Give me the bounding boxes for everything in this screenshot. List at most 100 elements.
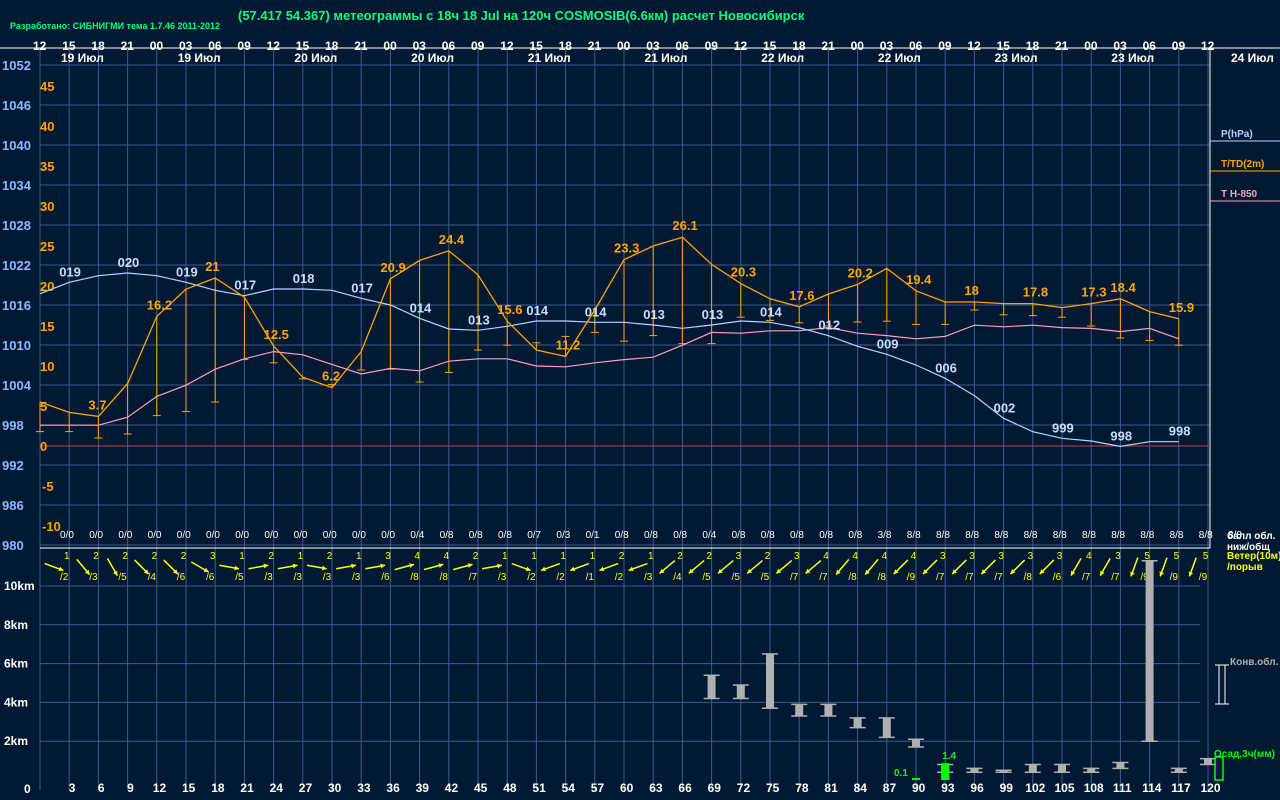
wind-gust-value: /9 (1199, 572, 1208, 583)
pressure-tick: 1052 (2, 58, 31, 73)
forecast-hour-tick: 102 (1025, 781, 1045, 795)
forecast-hour-tick: 72 (737, 781, 751, 795)
wind-speed-value: 3 (998, 551, 1004, 562)
wind-speed-value: 2 (677, 551, 683, 562)
forecast-hour-tick: 39 (416, 781, 430, 795)
temp-value-label: 20.9 (380, 260, 405, 275)
wind-speed-value: 4 (823, 551, 829, 562)
date-label: 20 Июл (411, 51, 454, 65)
pressure-tick: 1004 (2, 378, 32, 393)
forecast-hour-tick: 30 (328, 781, 342, 795)
cloud-cover-value: 0/8 (644, 530, 658, 541)
wind-gust-value: /5 (118, 572, 127, 583)
wind-speed-value: 3 (1057, 551, 1063, 562)
wind-speed-value: 2 (122, 551, 128, 562)
wind-speed-value: 4 (444, 551, 450, 562)
cloud-cover-value: 0/8 (469, 530, 483, 541)
convective-cloud-bar (1028, 764, 1037, 773)
time-tick-label: 21 (821, 39, 835, 53)
temp-tick: 10 (40, 359, 54, 374)
convective-cloud-bar (912, 739, 920, 748)
forecast-hour-tick: 21 (240, 781, 254, 795)
convective-cloud-bar (1204, 758, 1212, 765)
forecast-hour-tick: 9 (127, 781, 134, 795)
wind-gust-value: /3 (498, 572, 507, 583)
wind-speed-value: 2 (473, 551, 479, 562)
forecast-hour-tick: 93 (941, 781, 955, 795)
wind-gust-value: /2 (60, 572, 69, 583)
wind-speed-value: 5 (1203, 551, 1209, 562)
wind-speed-value: 5 (1174, 551, 1180, 562)
temp-value-label: 17.6 (789, 288, 814, 303)
cloud-cover-value: 8/8 (994, 530, 1008, 541)
wind-speed-value: 1 (298, 551, 304, 562)
pressure-tick: 1040 (2, 138, 31, 153)
cloud-cover-value: 8/8 (1199, 530, 1213, 541)
height-tick: 8km (4, 618, 28, 632)
legend-t850: T H-850 (1221, 189, 1258, 200)
wind-speed-value: 3 (969, 551, 975, 562)
height-tick: 10km (4, 579, 35, 593)
temp-value-label: 11.2 (556, 337, 581, 352)
pressure-value-label: 013 (643, 307, 665, 322)
height-tick: 6km (4, 657, 28, 671)
wind-gust-value: /3 (352, 572, 361, 583)
cloud-cover-value: 0/1 (586, 530, 600, 541)
forecast-hour-tick: 3 (69, 781, 76, 795)
wind-gust-value: /7 (965, 572, 974, 583)
time-tick-label: 09 (1172, 39, 1186, 53)
chart-background (0, 0, 1280, 800)
wind-gust-value: /1 (586, 572, 595, 583)
pressure-tick: 980 (2, 538, 24, 553)
date-label: 22 Июл (878, 51, 921, 65)
pressure-value-label: 013 (702, 307, 724, 322)
wind-speed-value: 4 (414, 551, 420, 562)
cloud-cover-value: 0/8 (761, 530, 775, 541)
forecast-hour-tick: 69 (708, 781, 722, 795)
wind-speed-value: 4 (882, 551, 888, 562)
time-tick-label: 12 (734, 39, 748, 53)
pressure-value-label: 998 (1169, 424, 1191, 439)
date-label: 22 Июл (761, 51, 804, 65)
convective-cloud-bar (766, 653, 774, 709)
forecast-hour-tick: 57 (591, 781, 605, 795)
forecast-hour-tick: 75 (766, 781, 780, 795)
temp-value-label: 21 (205, 259, 219, 274)
wind-speed-value: 2 (619, 551, 625, 562)
wind-speed-value: 1 (356, 551, 362, 562)
wind-gust-value: /8 (848, 572, 857, 583)
height-tick: 4km (4, 695, 28, 709)
forecast-hour-tick: 63 (649, 781, 663, 795)
date-label: 19 Июл (61, 51, 104, 65)
forecast-hour-tick: 81 (824, 781, 838, 795)
time-tick-label: 00 (150, 39, 164, 53)
date-label: 21 Июл (528, 51, 571, 65)
cloud-cover-value: 0/0 (264, 530, 278, 541)
date-label: 21 Июл (645, 51, 688, 65)
wind-gust-value: /8 (878, 572, 887, 583)
wind-gust-value: /7 (936, 572, 945, 583)
legend-temp: T/TD(2m) (1221, 159, 1264, 170)
temp-tick: 30 (40, 199, 54, 214)
cloud-cover-value: 0/0 (294, 530, 308, 541)
cloud-cover-value: 0/0 (381, 530, 395, 541)
cloud-cover-value: 0/0 (118, 530, 132, 541)
wind-gust-value: /8 (440, 572, 449, 583)
wind-speed-value: 3 (736, 551, 742, 562)
legend-precip: Осад,3ч(мм) (1214, 749, 1275, 760)
temp-value-label: 24.4 (439, 232, 465, 247)
wind-speed-value: 4 (852, 551, 858, 562)
wind-speed-value: 1 (590, 551, 596, 562)
time-tick-label: 21 (354, 39, 368, 53)
wind-speed-value: 2 (765, 551, 771, 562)
cloud-cover-value: 0/8 (498, 530, 512, 541)
wind-speed-value: 3 (794, 551, 800, 562)
forecast-hour-tick: 24 (270, 781, 284, 795)
forecast-hour-tick: 60 (620, 781, 634, 795)
cloud-cover-value: 0/3 (556, 530, 570, 541)
precip-value-label: 0.1 (894, 768, 908, 779)
pressure-value-label: 019 (59, 264, 81, 279)
cloud-cover-value: 0/7 (527, 530, 541, 541)
pressure-value-label: 009 (877, 336, 899, 351)
pressure-value-label: 014 (760, 304, 782, 319)
